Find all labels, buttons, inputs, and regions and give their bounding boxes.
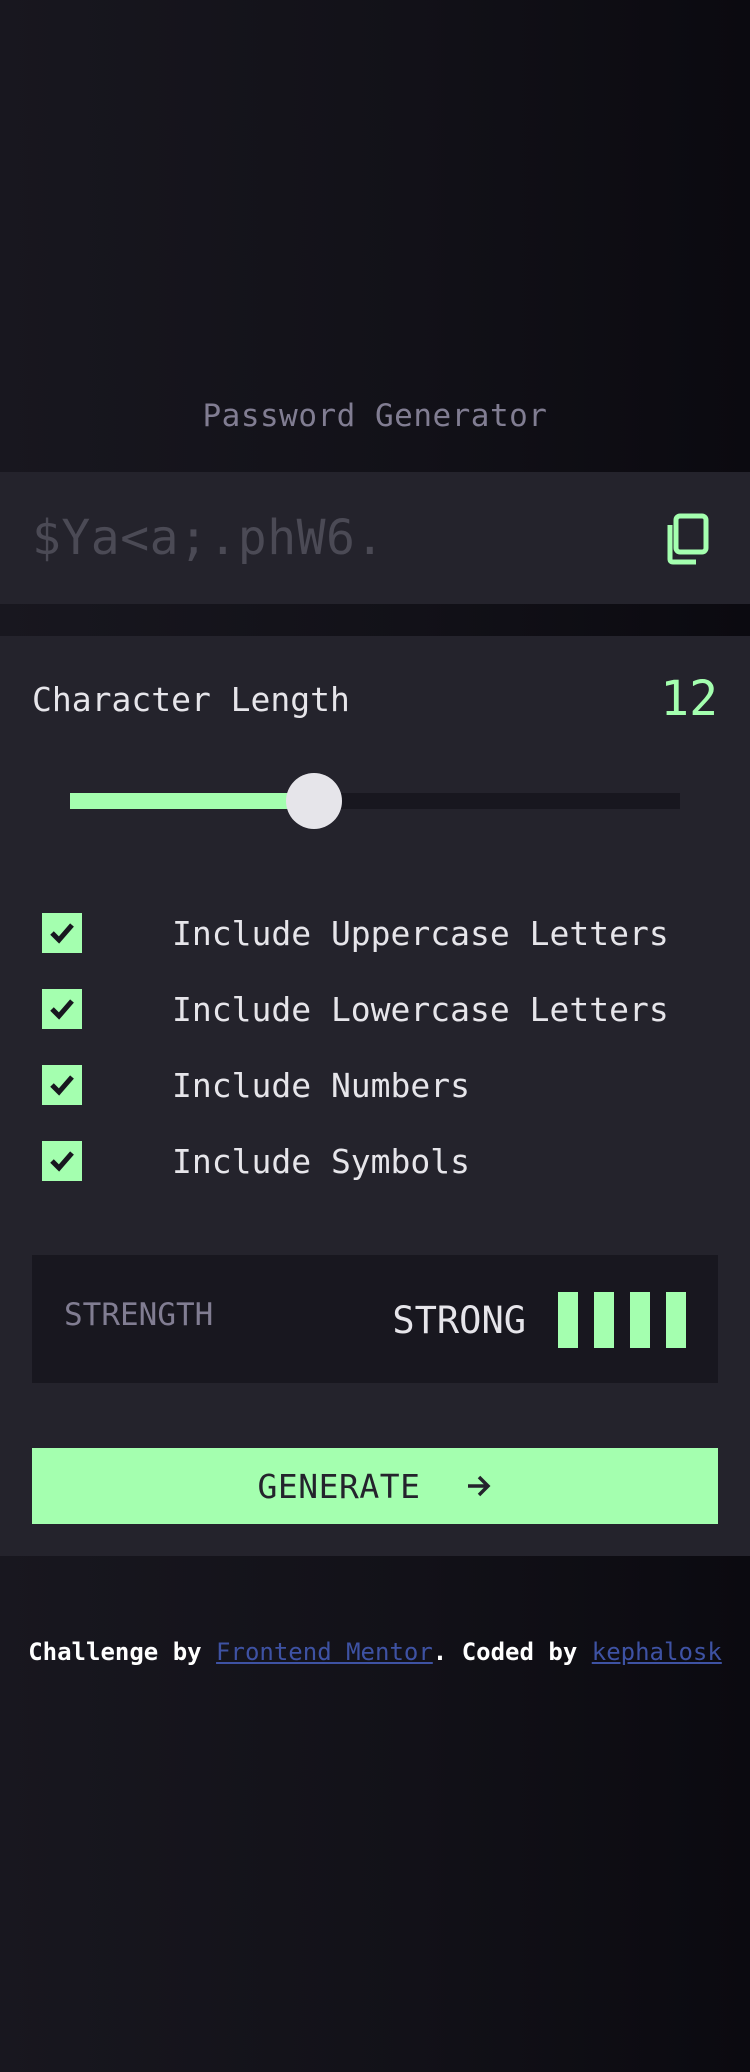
slider-thumb[interactable] [286, 773, 342, 829]
symbols-checkbox[interactable] [42, 1141, 82, 1181]
slider-fill [70, 793, 314, 809]
password-text: $Ya<a;.phW6. [32, 510, 385, 566]
strength-bars [558, 1292, 686, 1348]
strength-bar [630, 1292, 650, 1348]
footer-prefix: Challenge by [28, 1638, 217, 1666]
option-numbers[interactable]: Include Numbers [42, 1065, 470, 1105]
check-icon [50, 1075, 74, 1096]
copy-icon [667, 513, 709, 565]
strength-bar [594, 1292, 614, 1348]
page-title: Password Generator [202, 398, 548, 434]
option-uppercase[interactable]: Include Uppercase Letters [42, 913, 669, 953]
uppercase-label: Include Uppercase Letters [172, 913, 669, 953]
symbols-label: Include Symbols [172, 1141, 471, 1181]
character-length-value: 12 [660, 671, 718, 727]
option-lowercase[interactable]: Include Lowercase Letters [42, 989, 669, 1029]
numbers-checkbox[interactable] [42, 1065, 82, 1105]
arrow-right-icon [466, 1474, 492, 1498]
numbers-label: Include Numbers [172, 1065, 471, 1105]
strength-meter: STRENGTH STRONG [32, 1255, 718, 1383]
copy-button[interactable] [662, 513, 710, 565]
password-display: $Ya<a;.phW6. [0, 472, 750, 604]
check-icon [50, 999, 74, 1020]
settings-panel: Character Length 12 Include Uppercase Le… [0, 636, 750, 1556]
attribution-footer: Challenge by Frontend Mentor. Coded by k… [0, 1638, 750, 1666]
uppercase-checkbox[interactable] [42, 913, 82, 953]
strength-label: STRENGTH [64, 1297, 214, 1333]
lowercase-checkbox[interactable] [42, 989, 82, 1029]
strength-bar [558, 1292, 578, 1348]
character-length-label: Character Length [32, 680, 350, 719]
length-slider[interactable] [70, 773, 680, 829]
lowercase-label: Include Lowercase Letters [172, 989, 669, 1029]
generate-label: GENERATE [257, 1466, 421, 1506]
check-icon [50, 1151, 74, 1172]
frontend-mentor-link[interactable]: Frontend Mentor [216, 1638, 433, 1666]
option-symbols[interactable]: Include Symbols [42, 1141, 470, 1181]
check-icon [50, 923, 74, 944]
generate-button[interactable]: GENERATE [32, 1448, 718, 1524]
author-link[interactable]: kephalosk [592, 1638, 722, 1666]
strength-value: STRONG [392, 1299, 526, 1342]
strength-bar [666, 1292, 686, 1348]
footer-middle: . Coded by [432, 1638, 592, 1666]
